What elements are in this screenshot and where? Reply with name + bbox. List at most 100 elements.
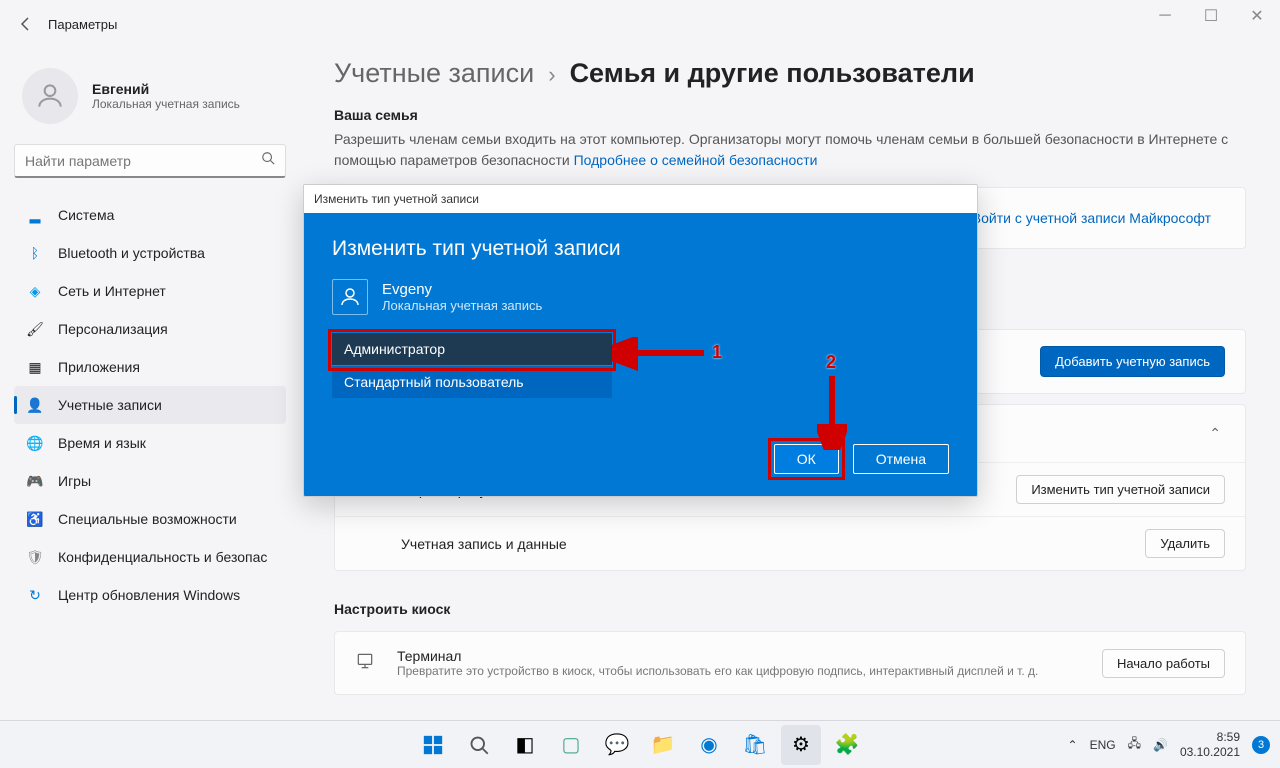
explorer[interactable]: 📁 [643, 725, 683, 765]
person-icon: 👤 [26, 396, 44, 414]
dialog-avatar [332, 279, 368, 315]
annotation-arrow-1 [612, 337, 712, 373]
breadcrumb-2: Семья и другие пользователи [570, 58, 975, 89]
dialog-user-sub: Локальная учетная запись [382, 298, 542, 313]
option-standard[interactable]: Стандартный пользователь [332, 365, 612, 398]
close-button[interactable]: ✕ [1234, 0, 1280, 32]
breadcrumb: Учетные записи › Семья и другие пользова… [334, 58, 1246, 89]
nav-time[interactable]: 🌐 Время и язык [14, 424, 286, 462]
nav-label: Игры [58, 473, 91, 489]
apps-icon: ▦ [26, 358, 44, 376]
maximize-button[interactable]: ☐ [1188, 0, 1234, 32]
window-title: Параметры [48, 17, 117, 32]
dialog-user-name: Evgeny [382, 281, 542, 298]
nav-label: Персонализация [58, 321, 168, 337]
kiosk-title: Терминал [397, 648, 1038, 664]
family-safety-link[interactable]: Подробнее о семейной безопасности [574, 152, 818, 168]
update-icon: ↻ [26, 586, 44, 604]
annotation-num-2: 2 [826, 352, 836, 373]
tray-date: 03.10.2021 [1180, 745, 1240, 759]
nav-privacy[interactable]: 🛡 Конфиденциальность и безопас [14, 538, 286, 576]
cancel-button[interactable]: Отмена [853, 444, 949, 474]
change-account-type-button[interactable]: Изменить тип учетной записи [1016, 475, 1225, 504]
annotation-num-1: 1 [712, 342, 722, 363]
shield-icon: 🛡 [26, 548, 44, 566]
widgets[interactable]: ▢ [551, 725, 591, 765]
nav-label: Bluetooth и устройства [58, 245, 205, 261]
search-box[interactable] [14, 144, 286, 178]
avatar [22, 68, 78, 124]
signin-ms-button[interactable]: Войти с учетной записи Майкрософт [958, 204, 1225, 232]
brush-icon: 🖌 [26, 320, 44, 338]
tray-notifications[interactable]: 3 [1252, 736, 1270, 754]
annotation-arrow-2 [817, 372, 847, 450]
chat[interactable]: 💬 [597, 725, 637, 765]
search-icon [469, 735, 489, 755]
tray-network-icon[interactable]: 🖧 [1128, 734, 1141, 755]
start-button[interactable] [413, 725, 453, 765]
kiosk-start-button[interactable]: Начало работы [1102, 649, 1225, 678]
kiosk-card: Терминал Превратите это устройство в кио… [334, 631, 1246, 695]
titlebar: Параметры ─ ☐ ✕ [0, 0, 1280, 48]
nav-apps[interactable]: ▦Приложения [14, 348, 286, 386]
accessibility-icon: ♿ [26, 510, 44, 528]
add-account-button[interactable]: Добавить учетную запись [1040, 346, 1225, 377]
window-controls: ─ ☐ ✕ [1142, 0, 1280, 32]
family-desc: Разрешить членам семьи входить на этот к… [334, 129, 1246, 171]
nav-bluetooth[interactable]: ᛒBluetooth и устройства [14, 234, 286, 272]
nav-label: Учетные записи [58, 397, 162, 413]
chevron-up-icon[interactable]: ⌃ [1205, 421, 1225, 446]
system-tray: ⌃ ENG 🖧 🔊 8:59 03.10.2021 3 [1068, 730, 1270, 759]
dialog-heading: Изменить тип учетной записи [332, 237, 949, 261]
nav-label: Центр обновления Windows [58, 587, 240, 603]
kiosk-desc: Превратите это устройство в киоск, чтобы… [397, 664, 1038, 678]
app-icon[interactable]: 🧩 [827, 725, 867, 765]
dialog-user: Evgeny Локальная учетная запись [332, 279, 949, 315]
chevron-right-icon: › [548, 62, 555, 88]
delete-account-button[interactable]: Удалить [1145, 529, 1225, 558]
wifi-icon: ◈ [26, 282, 44, 300]
nav-accessibility[interactable]: ♿ Специальные возможности [14, 500, 286, 538]
nav-label: Сеть и Интернет [58, 283, 166, 299]
tray-clock[interactable]: 8:59 03.10.2021 [1180, 730, 1240, 759]
arrow-left-icon [18, 16, 34, 32]
person-icon [34, 80, 66, 112]
nav-accounts[interactable]: 👤 Учетные записи [14, 386, 286, 424]
tray-volume-icon[interactable]: 🔊 [1153, 738, 1168, 752]
taskbar: ◧ ▢ 💬 📁 ◉ 🛍 ⚙ 🧩 ⌃ ENG 🖧 🔊 8:59 03.10.202… [0, 720, 1280, 768]
tray-lang[interactable]: ENG [1090, 738, 1116, 752]
nav-label: Время и язык [58, 435, 146, 451]
user-name: Евгений [92, 81, 240, 97]
kiosk-icon [355, 651, 377, 676]
breadcrumb-1[interactable]: Учетные записи [334, 58, 534, 89]
task-view[interactable]: ◧ [505, 725, 545, 765]
back-button[interactable] [10, 8, 42, 40]
account-type-dropdown[interactable]: Администратор Стандартный пользователь [332, 333, 612, 398]
minimize-button[interactable]: ─ [1142, 0, 1188, 32]
edge[interactable]: ◉ [689, 725, 729, 765]
tray-chevron-icon[interactable]: ⌃ [1068, 738, 1078, 752]
search-icon [261, 151, 275, 170]
family-heading: Ваша семья [334, 107, 1246, 123]
kiosk-heading: Настроить киоск [334, 601, 1246, 617]
search-taskbar[interactable] [459, 725, 499, 765]
globe-icon: 🌐 [26, 434, 44, 452]
settings-taskbar[interactable]: ⚙ [781, 725, 821, 765]
nav-network[interactable]: ◈ Сеть и Интернет [14, 272, 286, 310]
nav-label: Система [58, 207, 114, 223]
nav-update[interactable]: ↻ Центр обновления Windows [14, 576, 286, 614]
dialog-titlebar: Изменить тип учетной записи [304, 185, 977, 213]
nav-system[interactable]: ▂Система [14, 196, 286, 234]
sidebar: Евгений Локальная учетная запись ▂Систем… [0, 48, 300, 720]
user-card[interactable]: Евгений Локальная учетная запись [14, 58, 286, 144]
nav-personalization[interactable]: 🖌 Персонализация [14, 310, 286, 348]
person-icon [338, 285, 362, 309]
option-admin[interactable]: Администратор [332, 333, 612, 365]
user-subtitle: Локальная учетная запись [92, 97, 240, 111]
nav-gaming[interactable]: 🎮Игры [14, 462, 286, 500]
nav-label: Специальные возможности [58, 511, 237, 527]
nav-label: Конфиденциальность и безопас [58, 549, 267, 565]
store[interactable]: 🛍 [735, 725, 775, 765]
taskbar-icons: ◧ ▢ 💬 📁 ◉ 🛍 ⚙ 🧩 [413, 725, 867, 765]
search-input[interactable] [25, 153, 261, 169]
